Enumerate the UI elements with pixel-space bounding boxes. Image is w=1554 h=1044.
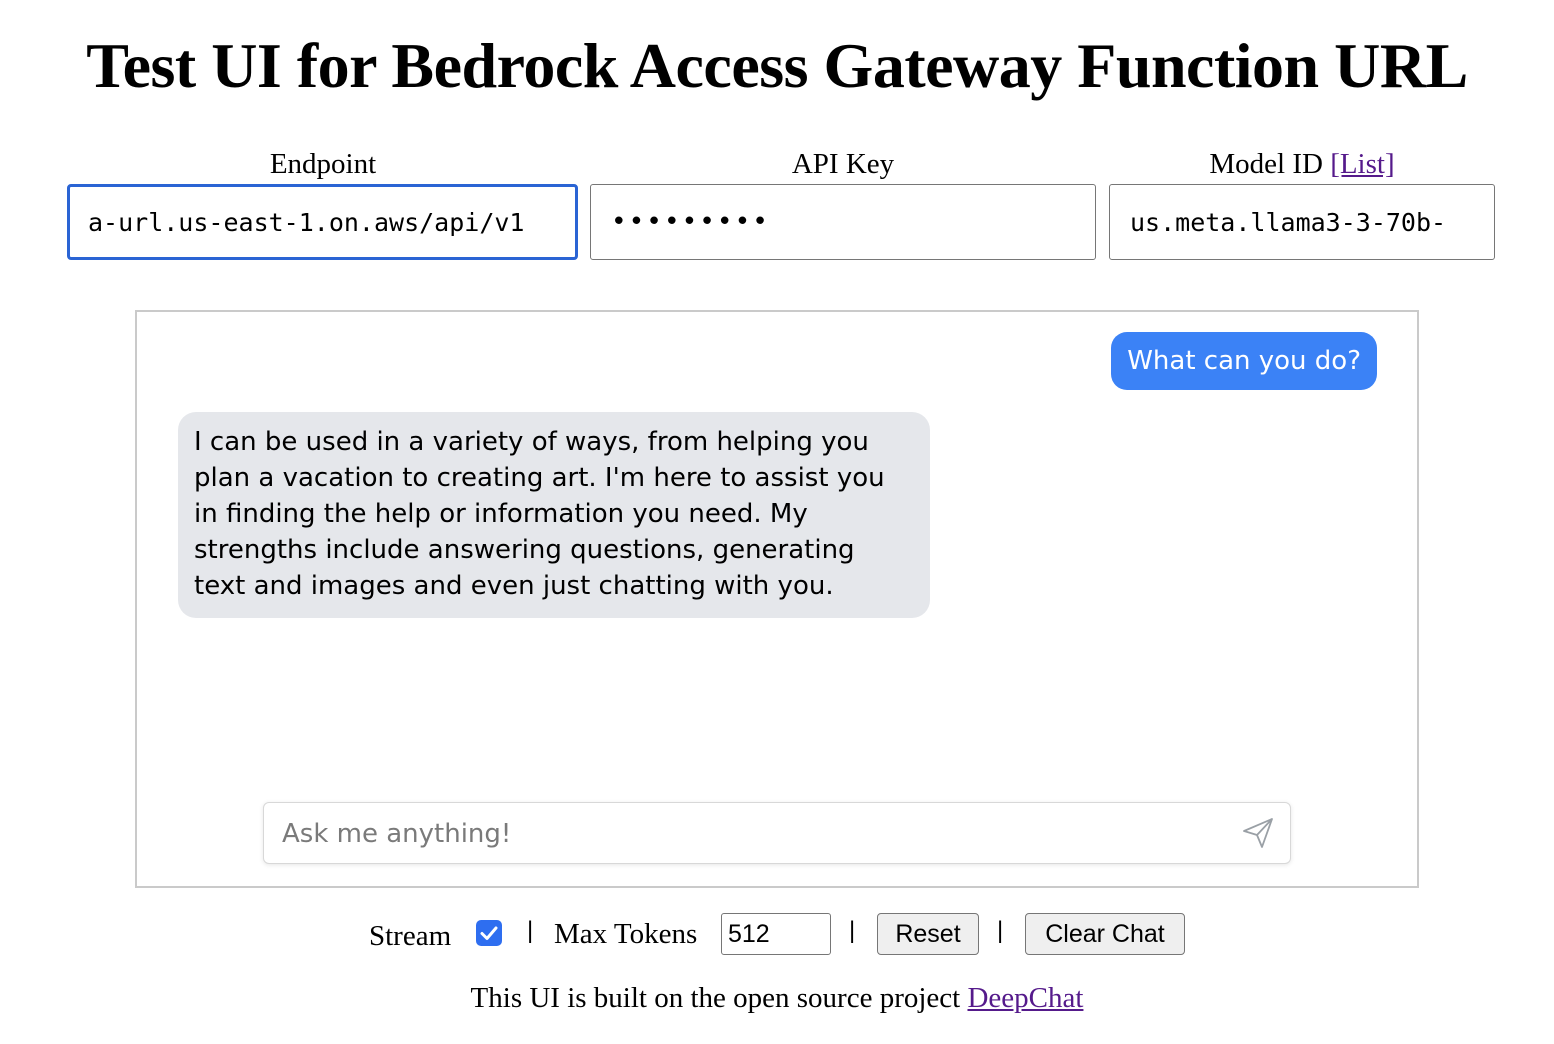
endpoint-input[interactable]: [67, 184, 578, 260]
api-key-label-text: API Key: [791, 148, 895, 180]
chat-message-input[interactable]: [280, 803, 1224, 865]
separator: |: [527, 917, 534, 944]
api-key-input[interactable]: [590, 184, 1096, 260]
user-message-bubble: What can you do?: [1111, 332, 1377, 390]
endpoint-label: Endpoint: [68, 146, 578, 182]
model-list-link[interactable]: [List]: [1330, 148, 1394, 180]
paper-plane-icon: [1243, 818, 1273, 848]
footer: This UI is built on the open source proj…: [0, 978, 1554, 1018]
controls-bar: Stream | Max Tokens | Reset | Clear Chat: [0, 910, 1554, 958]
chat-container: What can you do? I can be used in a vari…: [135, 310, 1419, 888]
reset-button[interactable]: Reset: [877, 913, 979, 955]
clear-chat-button[interactable]: Clear Chat: [1025, 913, 1185, 955]
separator: |: [997, 917, 1004, 944]
page: Test UI for Bedrock Access Gateway Funct…: [0, 0, 1554, 1044]
api-key-label: API Key: [590, 146, 1096, 182]
checkmark-icon: [480, 926, 498, 940]
separator: |: [849, 917, 856, 944]
footer-text: This UI is built on the open source proj…: [470, 982, 961, 1014]
endpoint-label-text: Endpoint: [269, 148, 377, 180]
send-button[interactable]: [1240, 815, 1276, 851]
max-tokens-input[interactable]: [721, 913, 831, 955]
model-id-label: Model ID [List]: [1109, 146, 1495, 182]
model-id-input[interactable]: [1109, 184, 1495, 260]
deepchat-link[interactable]: DeepChat: [967, 982, 1083, 1014]
page-title: Test UI for Bedrock Access Gateway Funct…: [86, 30, 1468, 101]
ai-message-bubble: I can be used in a variety of ways, from…: [178, 412, 930, 618]
stream-label: Stream: [369, 920, 452, 952]
stream-checkbox[interactable]: [476, 920, 502, 946]
max-tokens-label: Max Tokens: [554, 918, 698, 950]
chat-input-container: [263, 802, 1291, 865]
model-id-label-text: Model ID: [1209, 148, 1323, 180]
